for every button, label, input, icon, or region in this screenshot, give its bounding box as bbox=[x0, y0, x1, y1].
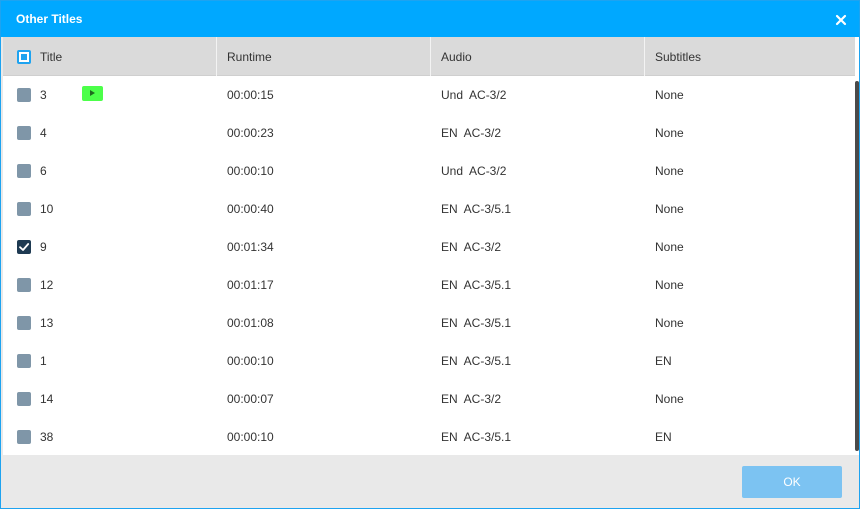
cell-audio: EN AC-3/5.1 bbox=[441, 316, 512, 330]
cell-audio: Und AC-3/2 bbox=[441, 164, 507, 178]
row-checkbox[interactable] bbox=[17, 354, 31, 368]
cell-subtitles: EN bbox=[655, 430, 672, 444]
cell-title: 6 bbox=[40, 164, 47, 178]
cell-runtime: 00:00:23 bbox=[227, 126, 274, 140]
cell-title: 12 bbox=[40, 278, 54, 292]
cell-audio: EN AC-3/5.1 bbox=[441, 278, 512, 292]
table-row[interactable]: 9 00:01:34 EN AC-3/2 None bbox=[3, 228, 855, 266]
ok-button[interactable]: OK bbox=[742, 466, 842, 498]
table-row[interactable]: 3 00:00:15 Und AC-3/2 None bbox=[3, 76, 855, 114]
row-checkbox[interactable] bbox=[17, 430, 31, 444]
vertical-scrollbar[interactable] bbox=[855, 77, 859, 455]
cell-subtitles: None bbox=[655, 88, 684, 102]
column-header-audio[interactable]: Audio bbox=[430, 37, 644, 76]
row-checkbox[interactable] bbox=[17, 88, 31, 102]
cell-subtitles: None bbox=[655, 316, 684, 330]
cell-audio: EN AC-3/2 bbox=[441, 392, 502, 406]
other-titles-dialog: Other Titles Title Runtime Audio Subtitl… bbox=[0, 0, 860, 509]
cell-title: 38 bbox=[40, 430, 54, 444]
cell-audio: EN AC-3/5.1 bbox=[441, 430, 512, 444]
cell-runtime: 00:01:34 bbox=[227, 240, 274, 254]
checkmark-icon bbox=[19, 243, 30, 251]
cell-title: 3 bbox=[40, 88, 47, 102]
column-header-subtitles[interactable]: Subtitles bbox=[644, 37, 855, 76]
cell-subtitles: None bbox=[655, 164, 684, 178]
row-checkbox[interactable] bbox=[17, 278, 31, 292]
table-row[interactable]: 4 00:00:23 EN AC-3/2 None bbox=[3, 114, 855, 152]
cell-runtime: 00:00:10 bbox=[227, 354, 274, 368]
cell-title: 9 bbox=[40, 240, 47, 254]
row-checkbox[interactable] bbox=[17, 240, 31, 254]
cell-runtime: 00:00:07 bbox=[227, 392, 274, 406]
table-row[interactable]: 14 00:00:07 EN AC-3/2 None bbox=[3, 380, 855, 418]
close-icon[interactable] bbox=[835, 14, 847, 26]
cell-title: 10 bbox=[40, 202, 54, 216]
cell-subtitles: None bbox=[655, 126, 684, 140]
cell-subtitles: None bbox=[655, 392, 684, 406]
dialog-titlebar: Other Titles bbox=[1, 1, 859, 37]
cell-runtime: 00:00:40 bbox=[227, 202, 274, 216]
column-header-runtime[interactable]: Runtime bbox=[216, 37, 430, 76]
row-checkbox[interactable] bbox=[17, 126, 31, 140]
titles-table: Title Runtime Audio Subtitles 3 00:00:15 U… bbox=[3, 37, 859, 455]
cell-audio: EN AC-3/2 bbox=[441, 240, 502, 254]
cell-subtitles: EN bbox=[655, 354, 672, 368]
cell-title: 1 bbox=[40, 354, 47, 368]
cell-subtitles: None bbox=[655, 278, 684, 292]
cell-title: 14 bbox=[40, 392, 54, 406]
column-header-title[interactable]: Title bbox=[30, 37, 62, 76]
cell-subtitles: None bbox=[655, 202, 684, 216]
row-checkbox[interactable] bbox=[17, 202, 31, 216]
cell-runtime: 00:00:15 bbox=[227, 88, 274, 102]
cell-runtime: 00:00:10 bbox=[227, 164, 274, 178]
table-row[interactable]: 12 00:01:17 EN AC-3/5.1 None bbox=[3, 266, 855, 304]
row-checkbox[interactable] bbox=[17, 392, 31, 406]
table-row[interactable]: 1 00:00:10 EN AC-3/5.1 EN bbox=[3, 342, 855, 380]
table-header: Title Runtime Audio Subtitles bbox=[3, 37, 855, 76]
dialog-title: Other Titles bbox=[16, 12, 83, 26]
dialog-footer: OK bbox=[1, 455, 859, 508]
cell-audio: EN AC-3/2 bbox=[441, 126, 502, 140]
table-row[interactable]: 13 00:01:08 EN AC-3/5.1 None bbox=[3, 304, 855, 342]
cell-audio: EN AC-3/5.1 bbox=[441, 354, 512, 368]
cell-title: 13 bbox=[40, 316, 54, 330]
cell-runtime: 00:01:08 bbox=[227, 316, 274, 330]
scrollbar-thumb[interactable] bbox=[855, 81, 859, 451]
cell-audio: EN AC-3/5.1 bbox=[441, 202, 512, 216]
select-all-checkbox[interactable] bbox=[17, 50, 31, 64]
cell-runtime: 00:01:17 bbox=[227, 278, 274, 292]
table-row[interactable]: 38 00:00:10 EN AC-3/5.1 EN bbox=[3, 418, 855, 456]
row-checkbox[interactable] bbox=[17, 164, 31, 178]
cell-audio: Und AC-3/2 bbox=[441, 88, 507, 102]
cell-subtitles: None bbox=[655, 240, 684, 254]
table-row[interactable]: 6 00:00:10 Und AC-3/2 None bbox=[3, 152, 855, 190]
play-icon[interactable] bbox=[82, 86, 103, 101]
cell-runtime: 00:00:10 bbox=[227, 430, 274, 444]
table-body: 3 00:00:15 Und AC-3/2 None 4 00:00:23 EN AC-3/… bbox=[3, 76, 855, 456]
row-checkbox[interactable] bbox=[17, 316, 31, 330]
cell-title: 4 bbox=[40, 126, 47, 140]
table-row[interactable]: 10 00:00:40 EN AC-3/5.1 None bbox=[3, 190, 855, 228]
